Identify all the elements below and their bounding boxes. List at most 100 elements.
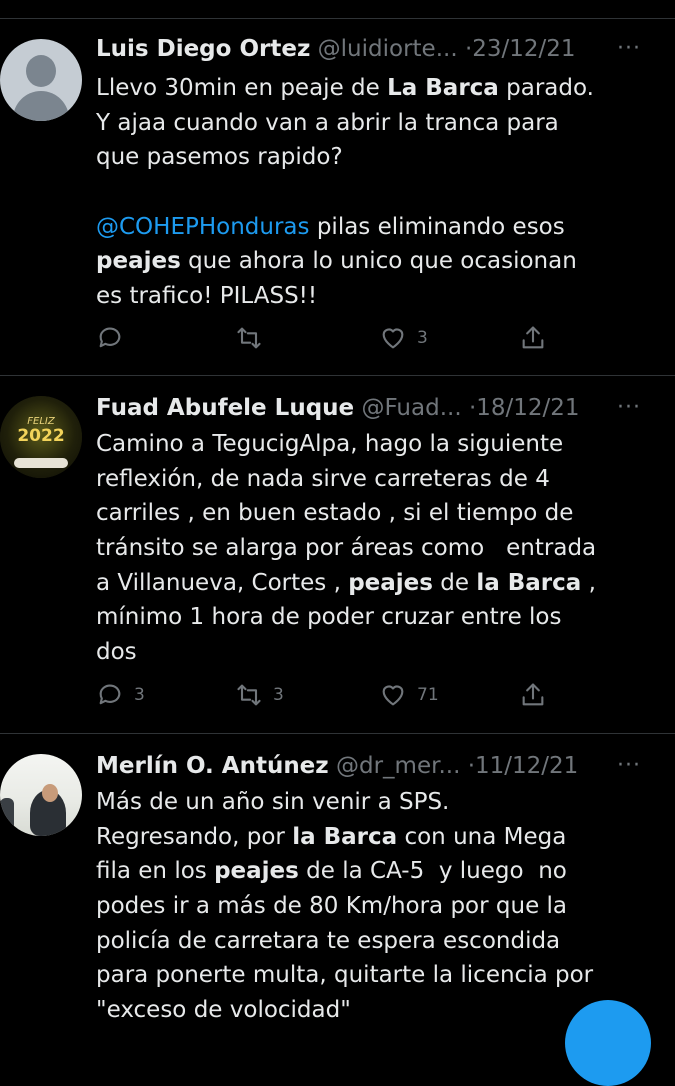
text-segment: reflexión, de nada sirve carreteras de 4 xyxy=(96,465,550,492)
avatar-banner xyxy=(14,458,68,468)
tweet-text-line: es trafico! PILASS!! xyxy=(96,279,656,314)
text-segment: , xyxy=(581,569,596,596)
text-segment: que ahora lo unico que ocasionan xyxy=(180,248,577,275)
text-segment: pilas eliminando esos xyxy=(309,213,565,240)
tweet-text-line: Y ajaa cuando van a abrir la tranca para xyxy=(96,106,656,141)
text-segment: podes ir a más de 80 Km/hora por que la xyxy=(96,893,568,920)
avatar-text-year: 2022 xyxy=(17,426,65,446)
retweet-icon xyxy=(237,327,261,349)
display-name[interactable]: Merlín O. Antúnez xyxy=(96,753,329,779)
avatar-figure xyxy=(0,798,14,836)
reply-icon xyxy=(99,327,121,348)
avatar-face xyxy=(42,784,58,802)
tweet-date[interactable]: 11/12/21 xyxy=(475,753,578,779)
tweet-header: Merlín O. Antúnez @dr_mer... ·11/12/21 xyxy=(96,751,578,781)
avatar[interactable]: FELIZ 2022 xyxy=(0,396,82,478)
text-segment: con una Mega xyxy=(397,823,567,850)
text-segment: Llevo 30min en peaje de xyxy=(96,75,388,101)
compose-fab[interactable] xyxy=(565,1000,651,1086)
user-handle[interactable]: @Fuad... xyxy=(361,395,461,421)
text-segment: fila en los xyxy=(96,858,215,885)
tweet-text: Camino a TegucigAlpa, hago la siguiente r… xyxy=(96,427,656,670)
tweet-date[interactable]: 18/12/21 xyxy=(476,395,579,421)
tweet[interactable]: Luis Diego Ortez @luidiorte... ·23/12/21… xyxy=(0,19,675,376)
retweet-count: 3 xyxy=(273,685,284,705)
tweet-text-line: peajes que ahora lo unico que ocasionan xyxy=(96,244,656,279)
tweet-text-line: Regresando, por la Barca con una Mega xyxy=(96,820,656,855)
tweet-text-line: Llevo 30min en peaje de La Barca parado. xyxy=(96,71,656,106)
more-icon[interactable]: ··· xyxy=(617,393,641,423)
text-segment: Camino a TegucigAlpa, hago la siguiente xyxy=(96,431,564,457)
tweet-text-line: a Villanueva, Cortes , peajes de la Barc… xyxy=(96,566,656,601)
reply-count: 3 xyxy=(134,685,145,705)
retweet-button[interactable] xyxy=(235,323,273,353)
like-icon xyxy=(382,685,404,706)
display-name[interactable]: Luis Diego Ortez xyxy=(96,36,310,62)
tweet-text-line xyxy=(96,175,656,210)
tweet-text-line: mínimo 1 hora de poder cruzar entre los xyxy=(96,600,656,635)
text-segment: Y ajaa cuando van a abrir la tranca para xyxy=(96,109,559,136)
avatar[interactable] xyxy=(0,39,82,121)
avatar[interactable] xyxy=(0,754,82,836)
tweet-text-line: fila en los peajes de la CA-5 y luego no xyxy=(96,854,656,889)
like-icon xyxy=(382,328,404,349)
reply-icon xyxy=(99,684,121,705)
tweet-text-line: reflexión, de nada sirve carreteras de 4 xyxy=(96,462,656,497)
highlighted-term: la Barca xyxy=(292,823,398,850)
tweet-actions: 3 xyxy=(96,323,576,353)
tweet-text: Más de un año sin venir a SPS. Regresando… xyxy=(96,785,656,1028)
tweet-header: Luis Diego Ortez @luidiorte... ·23/12/21 xyxy=(96,34,576,64)
share-button[interactable] xyxy=(519,680,547,710)
tweet-text-line: Más de un año sin venir a SPS. xyxy=(96,785,656,820)
tweet-text-line: carriles , en buen estado , si el tiempo… xyxy=(96,496,656,531)
mention-link[interactable]: @COHEPHonduras xyxy=(96,214,310,240)
timeline-top-divider xyxy=(0,0,675,19)
reply-button[interactable]: 3 xyxy=(96,680,145,710)
like-count: 3 xyxy=(417,328,428,348)
tweet-text: Llevo 30min en peaje de La Barca parado.… xyxy=(96,71,656,314)
tweet-actions: 3 3 71 xyxy=(96,680,576,710)
user-handle[interactable]: @dr_mer... xyxy=(336,753,460,779)
tweet-text-line: que pasemos rapido? xyxy=(96,140,656,175)
share-button[interactable] xyxy=(519,323,547,353)
display-name[interactable]: Fuad Abufele Luque xyxy=(96,395,354,421)
like-button[interactable]: 3 xyxy=(379,323,428,353)
text-segment: de xyxy=(432,569,477,596)
share-icon xyxy=(522,326,544,349)
text-segment: que pasemos rapido? xyxy=(96,144,343,171)
highlighted-term: peajes xyxy=(214,858,299,885)
tweet-text-line: tránsito se alarga por áreas como entrad… xyxy=(96,531,656,566)
reply-button[interactable] xyxy=(96,323,134,353)
more-icon[interactable]: ··· xyxy=(617,34,641,64)
avatar-head-shape xyxy=(26,55,56,87)
user-handle[interactable]: @luidiorte... xyxy=(318,36,458,62)
text-segment: tránsito se alarga por áreas como entrad… xyxy=(96,535,597,562)
text-segment: para ponerte multa, quitarte la licencia… xyxy=(96,962,594,989)
text-segment: es trafico! PILASS!! xyxy=(96,283,318,310)
like-button[interactable]: 71 xyxy=(379,680,439,710)
separator-dot: · xyxy=(467,753,476,779)
tweet-header: Fuad Abufele Luque @Fuad... ·18/12/21 xyxy=(96,393,580,423)
tweet-text-line: podes ir a más de 80 Km/hora por que la xyxy=(96,889,656,924)
tweet[interactable]: FELIZ 2022 Fuad Abufele Luque @Fuad... ·… xyxy=(0,376,675,734)
text-segment: "exceso de volocidad" xyxy=(96,997,351,1024)
highlighted-term: peajes xyxy=(348,569,433,596)
highlighted-term: peajes xyxy=(96,248,181,275)
tweet-text-line: para ponerte multa, quitarte la licencia… xyxy=(96,958,656,993)
highlighted-term: La Barca xyxy=(387,75,499,101)
text-segment: a Villanueva, Cortes , xyxy=(96,569,349,596)
like-count: 71 xyxy=(417,685,439,705)
tweet[interactable]: Merlín O. Antúnez @dr_mer... ·11/12/21 ·… xyxy=(0,734,675,1034)
text-segment: mínimo 1 hora de poder cruzar entre los xyxy=(96,604,562,631)
tweet-text-line: Camino a TegucigAlpa, hago la siguiente xyxy=(96,427,656,462)
text-segment: policía de carretara te espera escondida xyxy=(96,927,561,954)
tweet-date[interactable]: 23/12/21 xyxy=(472,36,575,62)
text-segment: de la CA-5 y luego no xyxy=(298,858,567,885)
avatar-body-shape xyxy=(13,91,69,121)
tweet-text-line: @COHEPHonduras pilas eliminando esos xyxy=(96,210,656,245)
retweet-button[interactable]: 3 xyxy=(235,680,284,710)
highlighted-term: la Barca xyxy=(476,569,582,596)
more-icon[interactable]: ··· xyxy=(617,751,641,781)
text-segment: Regresando, por xyxy=(96,823,293,850)
text-segment: carriles , en buen estado , si el tiempo… xyxy=(96,500,574,527)
